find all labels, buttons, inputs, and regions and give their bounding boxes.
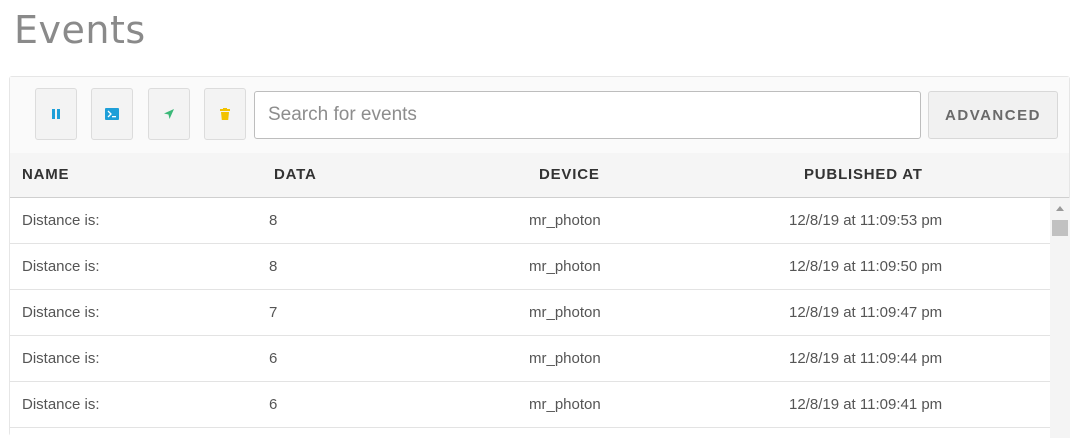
pause-icon [51, 108, 61, 120]
terminal-button[interactable] [91, 88, 133, 140]
scroll-up-arrow-icon[interactable] [1056, 206, 1064, 211]
event-device: mr_photon [529, 258, 601, 275]
event-data: 8 [269, 212, 278, 229]
event-name: Distance is: [22, 304, 100, 321]
event-published-at: 12/8/19 at 11:09:53 pm [789, 212, 943, 229]
event-device: mr_photon [529, 396, 601, 413]
event-published-at: 12/8/19 at 11:09:50 pm [789, 258, 943, 275]
column-header-published-at[interactable]: PUBLISHED AT [804, 166, 923, 183]
terminal-icon [105, 108, 119, 120]
table-header: NAME DATA DEVICE PUBLISHED AT [10, 153, 1069, 198]
column-header-name[interactable]: NAME [22, 166, 69, 183]
event-name: Distance is: [22, 258, 100, 275]
table-row[interactable]: Distance is: 8 mr_photon 12/8/19 at 11:0… [10, 244, 1050, 290]
clear-button[interactable] [204, 88, 246, 140]
advanced-button[interactable]: ADVANCED [928, 91, 1058, 139]
toolbar: ADVANCED [10, 77, 1069, 153]
event-name: Distance is: [22, 350, 100, 367]
column-header-device[interactable]: DEVICE [539, 166, 600, 183]
event-name: Distance is: [22, 212, 100, 229]
event-published-at: 12/8/19 at 11:09:47 pm [789, 304, 943, 321]
event-data: 7 [269, 304, 278, 321]
events-panel: ADVANCED NAME DATA DEVICE PUBLISHED AT D… [9, 76, 1070, 438]
event-device: mr_photon [529, 212, 601, 229]
event-device: mr_photon [529, 350, 601, 367]
event-device: mr_photon [529, 304, 601, 321]
table-row[interactable]: Distance is: 8 mr_photon 12/8/19 at 11:0… [10, 198, 1050, 244]
event-published-at: 12/8/19 at 11:09:44 pm [789, 350, 943, 367]
event-data: 8 [269, 258, 278, 275]
event-data: 6 [269, 350, 278, 367]
event-published-at: 12/8/19 at 11:09:41 pm [789, 396, 943, 413]
event-name: Distance is: [22, 396, 100, 413]
send-icon [163, 108, 175, 120]
pause-button[interactable] [35, 88, 77, 140]
table-row[interactable]: Distance is: 6 mr_photon 12/8/19 at 11:0… [10, 382, 1050, 428]
event-data: 6 [269, 396, 278, 413]
trash-icon [220, 108, 230, 120]
scrollbar-thumb[interactable] [1052, 220, 1068, 236]
table-row[interactable]: Distance is: 6 mr_photon 12/8/19 at 11:0… [10, 336, 1050, 382]
vertical-scrollbar[interactable] [1050, 198, 1070, 438]
table-row[interactable]: Distance is: 7 mr_photon 12/8/19 at 11:0… [10, 290, 1050, 336]
column-header-data[interactable]: DATA [274, 166, 317, 183]
events-table-body: Distance is: 8 mr_photon 12/8/19 at 11:0… [10, 198, 1050, 438]
page-title: Events [14, 8, 146, 52]
search-input[interactable] [254, 91, 921, 139]
publish-button[interactable] [148, 88, 190, 140]
